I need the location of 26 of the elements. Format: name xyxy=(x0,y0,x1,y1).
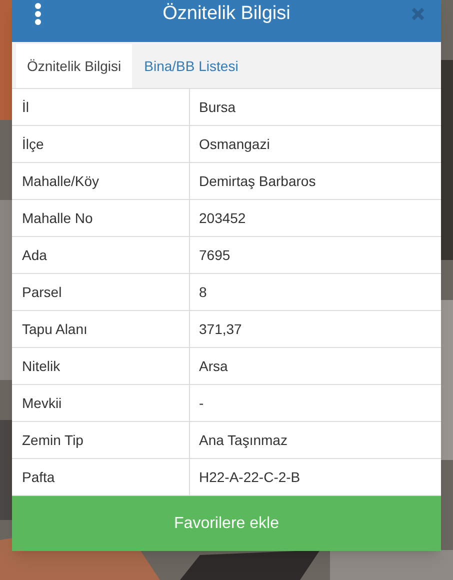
dialog-title: Öznitelik Bilgisi xyxy=(162,2,292,26)
attribute-value: 8 xyxy=(198,282,208,302)
attribute-value: Demirtaş Barbaros xyxy=(198,172,317,191)
attribute-value: 203452 xyxy=(198,208,247,228)
attribute-value: 371,37 xyxy=(198,320,243,338)
attribute-label: İl xyxy=(12,89,190,125)
attribute-label: Mahalle/Köy xyxy=(12,163,190,199)
attribute-label: Zemin Tip xyxy=(12,422,190,458)
attribute-label: İlçe xyxy=(12,126,190,162)
attribute-label: Tapu Alanı xyxy=(12,311,190,347)
attribute-label: Nitelik xyxy=(12,348,190,384)
attribute-value: Arsa xyxy=(198,356,229,376)
attribute-label: Mahalle No xyxy=(12,200,190,236)
attribute-label: Parsel xyxy=(12,274,190,310)
add-to-favorites-button[interactable]: Favorilere ekle xyxy=(12,495,441,551)
attribute-value: Ana Taşınmaz xyxy=(198,430,288,450)
tab[interactable]: Bina/BB Listesi xyxy=(132,44,250,88)
attribute-value: - xyxy=(198,394,205,412)
more-icon[interactable] xyxy=(34,2,42,26)
attribute-value: H22-A-22-C-2-B xyxy=(198,468,302,486)
attribute-value: Bursa xyxy=(198,98,237,116)
attribute-value: 7695 xyxy=(198,246,232,264)
tab[interactable]: Öznitelik Bilgisi xyxy=(16,44,132,88)
attribute-label: Ada xyxy=(12,237,190,273)
attribute-value: Osmangazi xyxy=(198,134,271,154)
attribute-label: Mevkii xyxy=(12,385,190,421)
